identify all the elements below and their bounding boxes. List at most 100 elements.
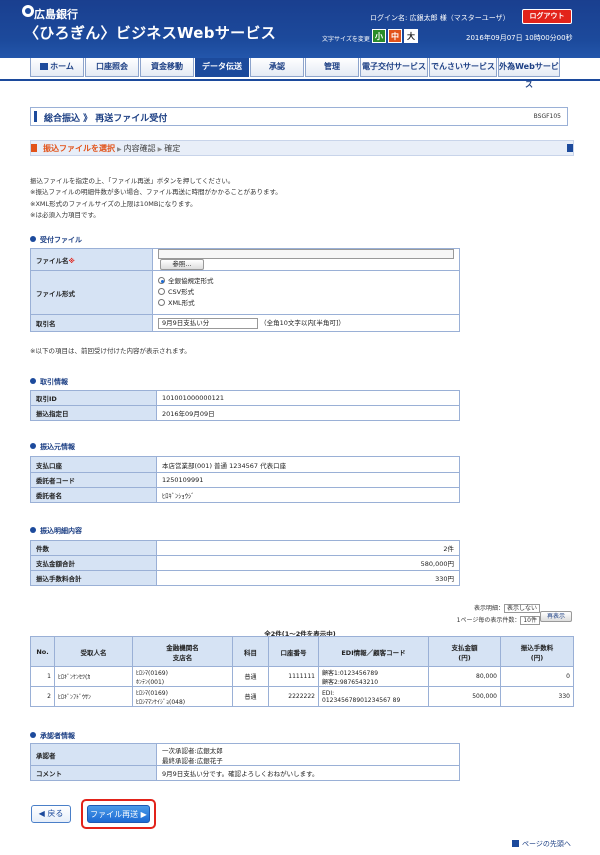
page-title: 総合振込 》 再送ファイル受付 [44, 114, 168, 124]
first-approver: 一次承認者:広銀太郎 [162, 746, 223, 755]
payment-account-label: 支払口座 [30, 456, 157, 473]
font-size-medium-button[interactable]: 中 [388, 29, 402, 43]
section-bullet-icon [30, 443, 36, 449]
nav-densai[interactable]: でんさいサービス [429, 58, 497, 77]
step-left-marker-icon [31, 144, 37, 152]
radio-icon[interactable] [158, 288, 165, 295]
consignor-name-label: 委託者名 [30, 487, 157, 503]
page-top-link[interactable]: ページの先頭へ [512, 839, 571, 849]
step-indicator: 振込ファイルを選択 ▶ 内容確認 ▶ 確定 [30, 140, 574, 156]
section-title-transaction-info: 取引情報 [30, 377, 68, 387]
comment-value: 9月9日支払い分です。確認よろしくおねがいします。 [156, 765, 460, 781]
browse-button[interactable]: 参照... [160, 259, 204, 270]
consignor-name-value: ﾋﾛｷﾞﾝｼｮｳｼﾞ [156, 487, 460, 503]
table-row: 1 ﾋﾛｷﾞﾝｹﾝｾﾂ(ｶ ﾋﾛｼﾏ(0169) ﾎﾝﾃﾝ(001) 普通 111… [30, 666, 574, 687]
home-icon [40, 63, 49, 70]
instruction-line: 振込ファイルを指定の上、「ファイル再送」ボタンを押してください。 [30, 177, 235, 185]
step-complete: 確定 [164, 144, 181, 153]
step-separator-icon: ▶ [117, 146, 122, 153]
section-bullet-icon [30, 732, 36, 738]
step-separator-icon: ▶ [157, 146, 163, 153]
chevron-right-icon: ▶ [138, 810, 147, 819]
transfer-date-value: 2016年09月09日 [156, 405, 460, 421]
approver-info-table: 承認者 一次承認者:広銀太郎 最終承認者:広銀花子 コメント 9月9日支払い分です。確… [30, 743, 460, 781]
table-row: 2 ﾋﾛｷﾞﾝﾌﾄﾞｳｻﾝ ﾋﾛｼﾏ(0169) ﾋﾛｼﾏﾏﾝｹｲｼﾞｮ(048)… [30, 686, 574, 707]
col-bank: 金融機関名 支店名 [132, 636, 233, 667]
transfer-date-label: 振込指定日 [30, 405, 157, 421]
per-page-control: 1ページ毎の表示件数： 10件 [430, 615, 540, 625]
payment-account-value: 本店営業部(001) 普通 1234567 代表口座 [156, 456, 460, 473]
col-account: 口座番号 [268, 636, 319, 667]
nav-divider [0, 79, 600, 81]
format-option-zengin[interactable]: 全銀協規定形式 [158, 276, 454, 287]
approver-label: 承認者 [30, 743, 157, 766]
per-page-select[interactable]: 10件 [520, 616, 540, 625]
instruction-line: ※XML形式のファイルサイズの上限は10MBになります。 [30, 200, 197, 208]
step-right-marker-icon [567, 144, 573, 152]
section-title-approver-info: 承認者情報 [30, 731, 75, 741]
nav-forex[interactable]: 外為Webサービス [498, 58, 560, 89]
per-page-label: 1ページ毎の表示件数： [456, 617, 521, 624]
title-accent-bar [34, 111, 37, 122]
receive-file-table: ファイル名※ 参照... ファイル形式 全銀協規定形式 CSV形式 XML形式 … [30, 248, 460, 332]
required-mark: ※ [68, 256, 75, 265]
section-bullet-icon [30, 527, 36, 533]
nav-e-delivery[interactable]: 電子交付サービス [360, 58, 428, 77]
comment-label: コメント [30, 765, 157, 781]
display-detail-control: 表示明細： 表示しない [430, 603, 540, 613]
section-title-source-info: 振込元情報 [30, 442, 75, 452]
col-payee: 受取人名 [54, 636, 133, 667]
transaction-name-label: 取引名 [30, 314, 153, 332]
font-size-label: 文字サイズを変更 [322, 36, 370, 43]
radio-icon[interactable] [158, 277, 165, 284]
display-detail-label: 表示明細： [473, 605, 504, 612]
required-note: ※は必須入力項目です。 [30, 211, 100, 219]
total-fee-label: 振込手数料合計 [30, 570, 157, 586]
nav-approval[interactable]: 承認 [250, 58, 304, 77]
file-name-label: ファイル名 [36, 256, 69, 265]
step-confirm: 内容確認 [123, 144, 156, 153]
section-bullet-icon [30, 236, 36, 242]
header: 広島銀行 〈ひろぎん〉ビジネスWebサービス ログイン名: 広銀太郎 様（マスタ… [0, 0, 600, 58]
datetime: 2016年09月07日 10時00分00秒 [466, 34, 573, 42]
transaction-info-table: 取引ID 101001000000121 振込指定日 2016年09月09日 [30, 390, 460, 421]
redisplay-button[interactable]: 再表示 [540, 611, 572, 622]
file-format-label: ファイル形式 [30, 270, 153, 315]
step-select-file: 振込ファイルを選択 [43, 144, 115, 153]
back-button[interactable]: ◀ 戻る [31, 805, 71, 823]
format-option-csv[interactable]: CSV形式 [158, 287, 454, 298]
radio-icon[interactable] [158, 299, 165, 306]
global-nav: ホーム 口座照会 資金移動 データ伝送 承認 管理 電子交付サービス でんさいサ… [30, 58, 560, 89]
transaction-name-input[interactable]: 9月9日支払い分 [158, 317, 258, 329]
nav-data-transmission[interactable]: データ伝送 [195, 58, 249, 77]
nav-account-inquiry[interactable]: 口座照会 [85, 58, 139, 77]
nav-fund-transfer[interactable]: 資金移動 [140, 58, 194, 77]
font-size-large-button[interactable]: 大 [404, 29, 418, 43]
col-edi: EDI情報／顧客コード [318, 636, 429, 667]
logout-button[interactable]: ログアウト [522, 9, 572, 24]
file-path-input[interactable] [158, 249, 454, 259]
bank-logo-icon [22, 5, 34, 17]
consignor-code-value: 1250109991 [156, 472, 460, 488]
resend-button-highlight: ファイル再送 ▶ [81, 799, 156, 829]
count-label: 件数 [30, 540, 157, 556]
file-resend-button[interactable]: ファイル再送 ▶ [87, 805, 150, 823]
login-name: ログイン名: 広銀太郎 様（マスターユーザ） [370, 14, 510, 22]
col-amount: 支払金額 (円) [428, 636, 501, 667]
bank-name: 広島銀行 [34, 8, 78, 21]
col-no: No. [30, 636, 55, 667]
transfer-detail-table: No. 受取人名 金融機関名 支店名 科目 口座番号 EDI情報／顧客コード 支… [30, 636, 574, 707]
arrow-up-icon [512, 840, 519, 847]
display-detail-select[interactable]: 表示しない [503, 604, 540, 613]
col-fee: 振込手数料 (円) [500, 636, 574, 667]
total-fee-value: 330円 [156, 570, 460, 586]
font-size-small-button[interactable]: 小 [372, 29, 386, 43]
transaction-id-value: 101001000000121 [156, 390, 460, 406]
nav-management[interactable]: 管理 [305, 58, 359, 77]
source-info-table: 支払口座 本店営業部(001) 普通 1234567 代表口座 委託者コード 125… [30, 456, 460, 503]
section-title-receive-file: 受付ファイル [30, 235, 82, 245]
service-name[interactable]: 〈ひろぎん〉ビジネスWebサービス [24, 22, 276, 43]
page-title-box: 総合振込 》 再送ファイル受付 BSGF105 [30, 107, 568, 126]
nav-home[interactable]: ホーム [30, 58, 84, 77]
format-option-xml[interactable]: XML形式 [158, 298, 454, 309]
